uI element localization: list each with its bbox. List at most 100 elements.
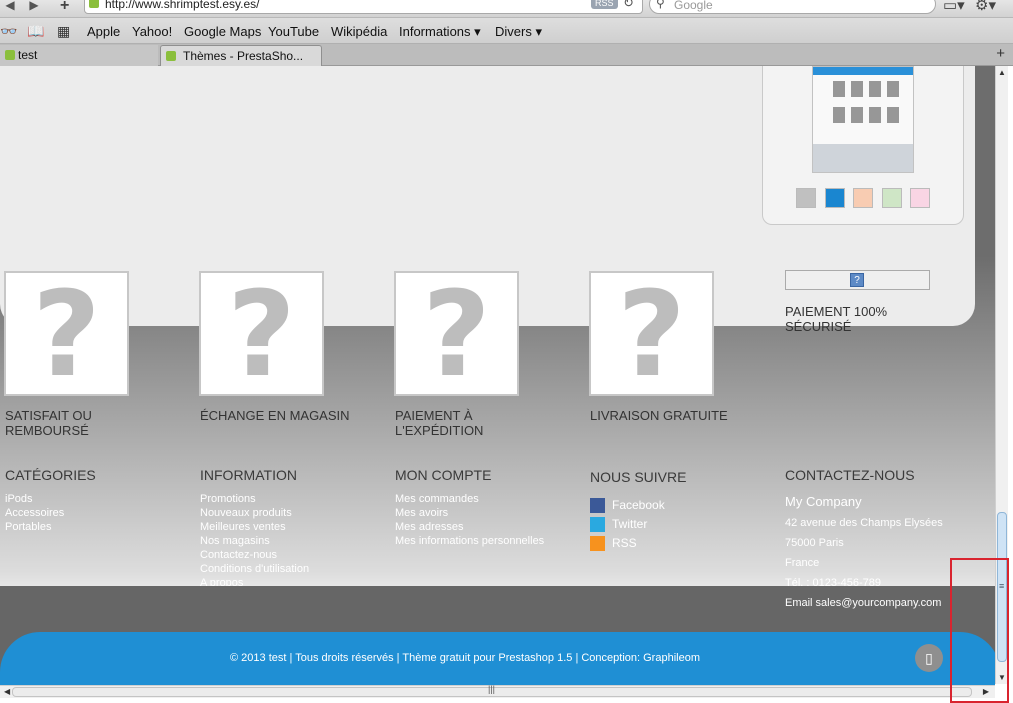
highlight-annotation-box xyxy=(950,558,1009,703)
secure-payment-image: ? xyxy=(785,270,930,290)
copyright-text: © 2013 test | Tous droits réservés | Thè… xyxy=(230,652,700,664)
footer-link-information[interactable]: Nos magasins xyxy=(200,534,334,548)
address-bar[interactable]: http://www.shrimptest.esy.es/ RSS ↻ xyxy=(84,0,643,14)
twitter-label: Twitter xyxy=(612,517,648,531)
scroll-left-icon[interactable]: ◀ xyxy=(4,687,10,696)
footer-link-category[interactable]: Portables xyxy=(5,520,64,534)
thumbnail-product xyxy=(887,81,899,97)
feature-label: PAIEMENT À L'EXPÉDITION xyxy=(395,408,484,438)
thumbnail-product xyxy=(887,107,899,123)
secure-payment-label: PAIEMENT 100% SÉCURISÉ xyxy=(785,304,888,334)
bookmark-informations-label: Informations xyxy=(399,24,471,39)
contact-country: France xyxy=(785,557,820,569)
grid-icon[interactable]: ▦ xyxy=(57,23,70,40)
browser-toolbar: ◀ ▶ + http://www.shrimptest.esy.es/ RSS … xyxy=(0,0,1013,18)
color-swatch[interactable] xyxy=(796,188,816,208)
placeholder-question-icon: ? xyxy=(32,265,101,403)
bookmark-yahoo[interactable]: Yahoo! xyxy=(132,24,172,39)
footer-link-account[interactable]: Mes commandes xyxy=(395,492,544,506)
page-viewport: ? ? ? ? SATISFAIT OU REMBOURSÉ ÉCHANGE E… xyxy=(0,66,995,685)
url-text[interactable]: http://www.shrimptest.esy.es/ xyxy=(105,0,260,11)
tab-bar: test Thèmes - PrestaSho... + xyxy=(0,44,1013,66)
scroll-up-icon[interactable]: ▲ xyxy=(998,68,1006,77)
footer-link-information[interactable]: Promotions xyxy=(200,492,334,506)
mobile-phone-icon: ▯ xyxy=(925,650,933,666)
footer-title-follow: NOUS SUIVRE xyxy=(590,469,687,485)
bookmark-informations[interactable]: Informations ▾ xyxy=(399,24,481,40)
footer-link-information[interactable]: Nouveaux produits xyxy=(200,506,334,520)
mobile-view-button[interactable]: ▯ xyxy=(915,644,943,672)
rss-button[interactable]: RSS xyxy=(591,0,618,9)
contact-email[interactable]: Email sales@yourcompany.com xyxy=(785,597,941,609)
theme-preview-box xyxy=(762,66,964,225)
tab-label: Thèmes - PrestaSho... xyxy=(183,49,304,63)
tab-label: test xyxy=(18,48,38,62)
color-swatch[interactable] xyxy=(824,188,845,208)
footer-title-account: MON COMPTE xyxy=(395,467,492,483)
thumbnail-product xyxy=(869,81,881,97)
thumbnail-product xyxy=(869,107,881,123)
feature-image: ? xyxy=(4,265,129,403)
placeholder-question-icon: ? xyxy=(422,265,491,403)
gear-icon[interactable]: ⚙▾ xyxy=(975,0,996,14)
search-icon: ⚲ xyxy=(656,0,665,10)
rss-icon xyxy=(590,536,605,552)
footer-link-account[interactable]: Mes informations personnelles xyxy=(395,534,544,548)
footer-link-information[interactable]: Contactez-nous xyxy=(200,548,334,562)
footer-title-contact: CONTACTEZ-NOUS xyxy=(785,467,915,483)
feature-image: ? xyxy=(589,265,714,403)
reading-glasses-icon[interactable]: 👓 xyxy=(0,23,17,40)
facebook-icon xyxy=(590,498,605,514)
feature-image: ? xyxy=(199,265,324,403)
color-swatch[interactable] xyxy=(881,188,902,208)
copyright-bar: © 2013 test | Tous droits réservés | Thè… xyxy=(0,632,995,685)
rss-label: RSS xyxy=(612,536,637,550)
thumbnail-footer xyxy=(813,144,913,172)
footer-link-account[interactable]: Mes adresses xyxy=(395,520,544,534)
bookmark-google-maps[interactable]: Google Maps xyxy=(184,24,261,39)
bookmark-divers[interactable]: Divers ▾ xyxy=(495,24,542,40)
twitter-link[interactable]: Twitter xyxy=(590,517,648,533)
feature-image: ? xyxy=(394,265,519,403)
new-tab-button[interactable]: + xyxy=(996,45,1005,62)
contact-address: 42 avenue des Champs Elysées xyxy=(785,517,943,529)
footer-link-category[interactable]: iPods xyxy=(5,492,64,506)
placeholder-question-icon: ? xyxy=(227,265,296,403)
bookmark-youtube[interactable]: YouTube xyxy=(268,24,319,39)
rss-link[interactable]: RSS xyxy=(590,536,637,552)
add-bookmark-button[interactable]: + xyxy=(60,0,78,15)
footer-link-account[interactable]: Mes avoirs xyxy=(395,506,544,520)
bookmark-apple[interactable]: Apple xyxy=(87,24,120,39)
horizontal-scroll-thumb[interactable]: ||| xyxy=(12,684,972,697)
tab-test[interactable]: test xyxy=(0,45,158,66)
back-button[interactable]: ◀ xyxy=(0,0,20,14)
thumbnail-product xyxy=(833,107,845,123)
bookmarks-bar: 👓 📖 ▦ Apple Yahoo! Google Maps YouTube W… xyxy=(0,18,1013,44)
footer-link-information[interactable]: Meilleures ventes xyxy=(200,520,334,534)
color-swatch[interactable] xyxy=(910,188,930,208)
facebook-link[interactable]: Facebook xyxy=(590,498,665,514)
chevron-down-icon: ▾ xyxy=(535,24,542,39)
theme-thumbnail[interactable] xyxy=(812,66,914,173)
bookmark-wikipedia[interactable]: Wikipédia xyxy=(331,24,387,39)
account-list: Mes commandes Mes avoirs Mes adresses Mes i… xyxy=(395,492,544,548)
search-field[interactable]: ⚲ Google xyxy=(649,0,936,14)
footer-title-categories: CATÉGORIES xyxy=(5,467,96,483)
horizontal-scrollbar[interactable]: ◀ ||| ▶ xyxy=(0,684,995,698)
chevron-down-icon: ▾ xyxy=(474,24,481,39)
footer-link-information[interactable]: Conditions d'utilisation xyxy=(200,562,334,576)
forward-button[interactable]: ▶ xyxy=(24,0,44,14)
tab-themes-prestashop[interactable]: Thèmes - PrestaSho... xyxy=(160,45,322,66)
twitter-icon xyxy=(590,517,605,533)
color-swatch[interactable] xyxy=(853,188,873,208)
site-favicon-icon xyxy=(89,0,99,8)
placeholder-question-icon: ? xyxy=(617,265,686,403)
page-menu-icon[interactable]: ▭▾ xyxy=(943,0,965,14)
bookmark-divers-label: Divers xyxy=(495,24,532,39)
footer-link-category[interactable]: Accessoires xyxy=(5,506,64,520)
facebook-label: Facebook xyxy=(612,498,665,512)
reload-icon[interactable]: ↻ xyxy=(623,0,634,11)
book-icon[interactable]: 📖 xyxy=(27,23,44,40)
thumbnail-product xyxy=(851,107,863,123)
feature-label: SATISFAIT OU REMBOURSÉ xyxy=(5,408,92,438)
